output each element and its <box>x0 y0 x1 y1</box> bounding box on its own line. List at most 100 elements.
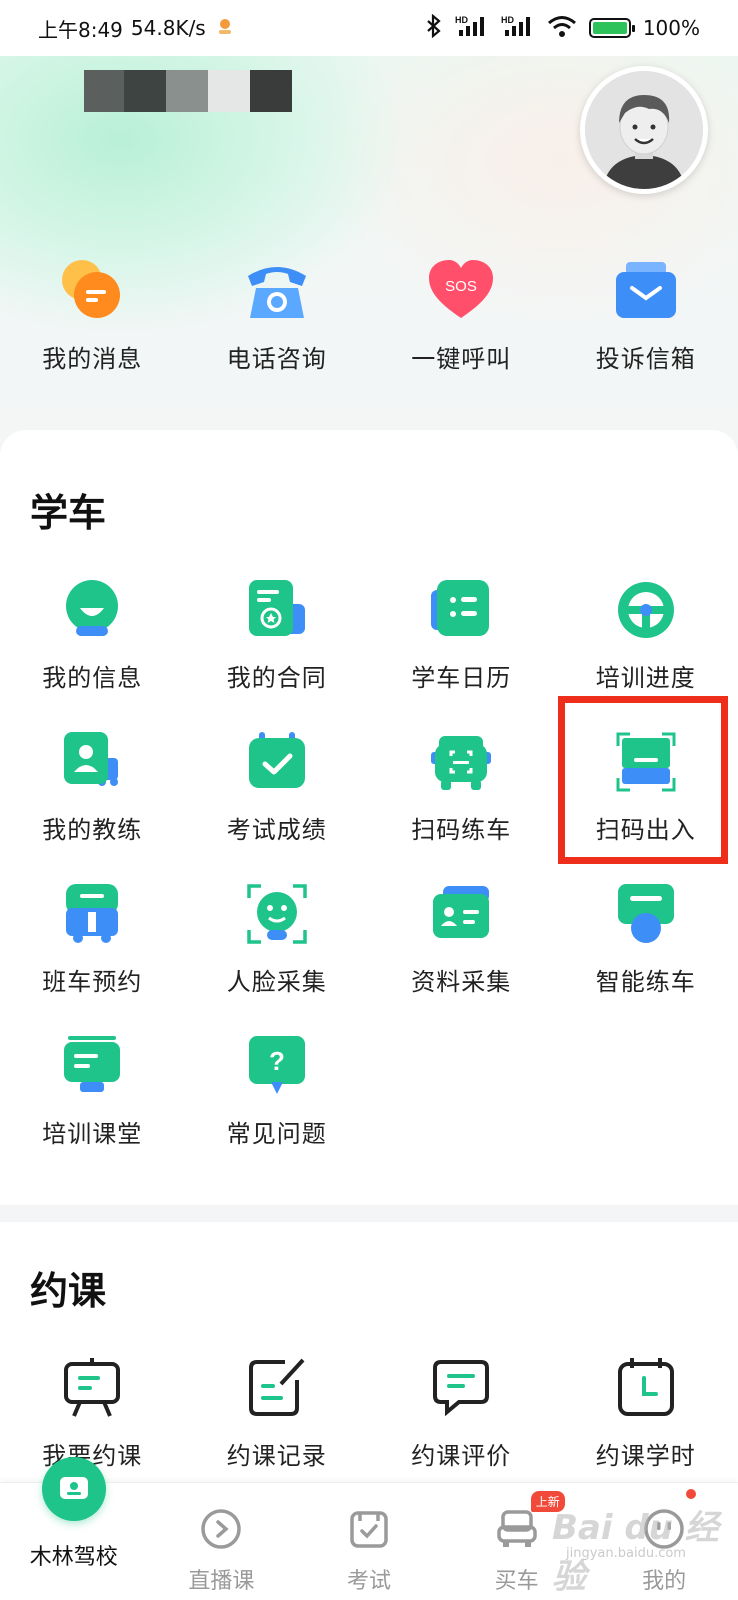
avatar[interactable] <box>580 66 708 194</box>
section-title-booking: 约课 <box>30 1269 107 1313</box>
battery-icon <box>588 18 635 38</box>
quick-action-sos[interactable]: SOS 一键呼叫 <box>369 255 554 385</box>
phone-icon <box>242 255 312 325</box>
learn-item-scan-entry[interactable]: 扫码出入 <box>554 730 738 845</box>
wifi-icon <box>547 14 577 43</box>
quick-action-label: 我的消息 <box>42 345 143 373</box>
notification-icon <box>214 15 236 42</box>
signal-icon-2: HD <box>501 14 535 43</box>
learn-item-label: 学车日历 <box>411 664 512 692</box>
learn-item-label: 智能练车 <box>595 968 696 996</box>
booking-item-hours[interactable]: 约课学时 <box>554 1356 738 1471</box>
learn-item-bus[interactable]: 班车预约 <box>0 882 185 997</box>
coach-icon <box>60 730 124 794</box>
learn-item-my-info[interactable]: 我的信息 <box>0 578 185 693</box>
sos-text: SOS <box>445 278 477 295</box>
learn-item-contract[interactable]: 我的合同 <box>185 578 370 693</box>
redact-block <box>124 70 166 112</box>
quick-action-label: 投诉信箱 <box>595 345 696 373</box>
learn-item-label: 我的教练 <box>42 816 143 844</box>
network-speed: 54.8K/s <box>130 16 206 40</box>
status-time: 上午8:49 <box>38 17 123 42</box>
learn-item-label: 考试成绩 <box>226 816 327 844</box>
redact-block <box>84 70 124 112</box>
learn-item-faq[interactable]: ? 常见问题 <box>185 1034 370 1149</box>
steering-wheel-icon <box>614 578 678 642</box>
learn-item-label: 资料采集 <box>411 968 512 996</box>
learn-item-scan-practice[interactable]: 扫码练车 <box>369 730 554 845</box>
quick-actions: 我的消息 电话咨询 SOS 一键呼叫 投诉信箱 <box>0 255 738 385</box>
learn-item-exam-result[interactable]: 考试成绩 <box>185 730 370 845</box>
username-redacted <box>84 70 292 112</box>
learn-item-label: 培训课堂 <box>42 1120 143 1148</box>
redact-block <box>208 70 250 112</box>
school-icon <box>41 1457 106 1521</box>
learn-item-smart-practice[interactable]: 智能练车 <box>554 882 738 997</box>
bluetooth-icon <box>425 13 443 43</box>
learn-item-coach[interactable]: 我的教练 <box>0 730 185 845</box>
bus-icon <box>60 882 124 946</box>
book-lesson-icon <box>60 1356 124 1420</box>
nav-label: 考试 <box>346 1569 391 1594</box>
learn-row-4: 培训课堂 ? 常见问题 <box>0 1034 738 1149</box>
learn-item-classroom[interactable]: 培训课堂 <box>0 1034 185 1149</box>
section-title-learn: 学车 <box>30 491 107 535</box>
booking-item-label: 约课学时 <box>595 1442 696 1470</box>
mailbox-icon <box>611 255 681 325</box>
learn-item-label: 人脸采集 <box>226 968 327 996</box>
learn-item-label: 常见问题 <box>226 1120 327 1148</box>
quick-action-mailbox[interactable]: 投诉信箱 <box>554 255 738 385</box>
nav-tab-exam[interactable]: 考试 <box>295 1483 443 1600</box>
face-scan-icon <box>245 882 309 946</box>
booking-item-label: 约课记录 <box>226 1442 327 1470</box>
quick-action-label: 一键呼叫 <box>411 345 512 373</box>
id-card-icon <box>429 882 493 946</box>
nav-label: 直播课 <box>188 1569 255 1594</box>
notification-dot <box>686 1489 697 1499</box>
redact-block <box>166 70 208 112</box>
booking-row: 我要约课 约课记录 约课评价 约课学时 <box>0 1356 738 1471</box>
learn-item-label: 我的合同 <box>226 664 327 692</box>
calendar-list-icon <box>429 578 493 642</box>
booking-item-book[interactable]: 我要约课 <box>0 1356 185 1471</box>
learn-row-2: 我的教练 考试成绩 扫码练车 扫码出入 <box>0 730 738 845</box>
quick-action-messages[interactable]: 我的消息 <box>0 255 185 385</box>
booking-item-record[interactable]: 约课记录 <box>185 1356 370 1471</box>
redact-block <box>250 70 292 112</box>
signal-icon: HD <box>455 14 489 43</box>
nav-tab-live[interactable]: 直播课 <box>148 1483 296 1600</box>
quick-action-label: 电话咨询 <box>226 345 327 373</box>
watermark-url: jingyan.baidu.com <box>566 1546 686 1561</box>
quick-action-phone[interactable]: 电话咨询 <box>185 255 370 385</box>
contract-icon <box>245 578 309 642</box>
nav-tab-home[interactable]: 木林驾校 <box>0 1457 148 1600</box>
message-icon <box>57 255 127 325</box>
sos-icon: SOS <box>426 255 496 325</box>
learn-item-label: 扫码练车 <box>411 816 512 844</box>
learn-row-3: 班车预约 人脸采集 资料采集 智能练车 <box>0 882 738 997</box>
booking-hours-icon <box>614 1356 678 1420</box>
status-right: HD HD 100% <box>425 13 700 43</box>
smart-practice-icon <box>614 882 678 946</box>
live-icon <box>195 1503 247 1555</box>
scan-car-icon <box>429 730 493 794</box>
learn-item-face[interactable]: 人脸采集 <box>185 882 370 997</box>
user-info-icon <box>60 578 124 642</box>
learn-item-progress[interactable]: 培训进度 <box>554 578 738 693</box>
learn-item-label: 班车预约 <box>42 968 143 996</box>
classroom-icon <box>60 1034 124 1098</box>
learn-row-1: 我的信息 我的合同 学车日历 培训进度 <box>0 578 738 693</box>
booking-item-review[interactable]: 约课评价 <box>369 1356 554 1471</box>
status-left: 上午8:49 54.8K/s <box>38 14 236 43</box>
avatar-image <box>585 71 703 189</box>
booking-review-icon <box>429 1356 493 1420</box>
exam-icon <box>343 1503 395 1555</box>
learn-item-label: 我的信息 <box>42 664 143 692</box>
nav-label: 木林驾校 <box>29 1545 118 1570</box>
learn-item-calendar[interactable]: 学车日历 <box>369 578 554 693</box>
hd-label-2: HD <box>501 15 514 25</box>
learn-item-documents[interactable]: 资料采集 <box>369 882 554 997</box>
battery-fill <box>592 22 627 34</box>
faq-icon: ? <box>245 1034 309 1098</box>
learn-item-label: 培训进度 <box>595 664 696 692</box>
